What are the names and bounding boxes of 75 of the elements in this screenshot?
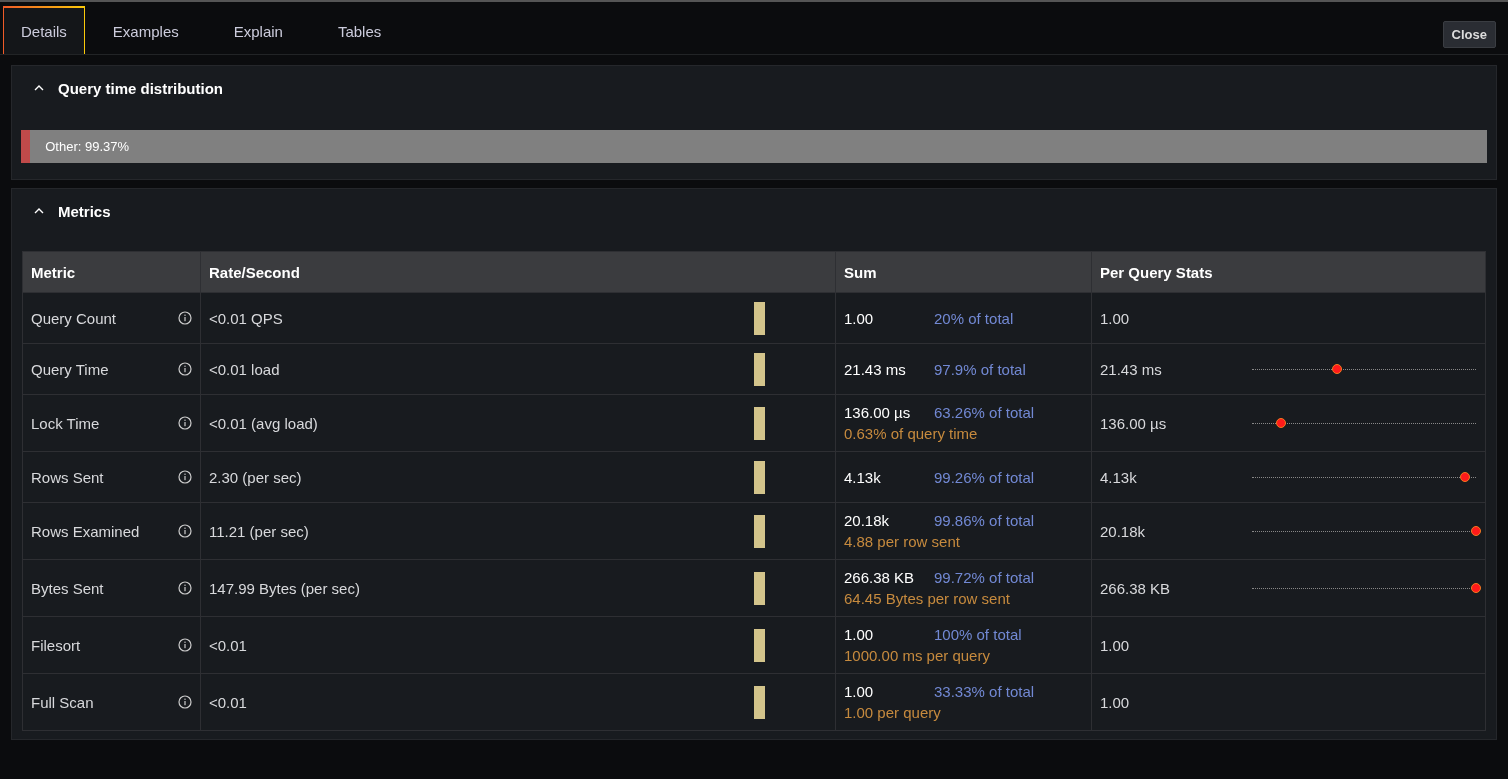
metric-name: Rows Sent: [31, 468, 104, 486]
distribution-segment: Other: 99.37%: [30, 130, 1487, 163]
sum-note: 64.45 Bytes per row sent: [844, 590, 1011, 607]
metric-name: Full Scan: [31, 693, 94, 711]
metric-name: Query Count: [31, 309, 117, 327]
sum-note: 1000.00 ms per query: [844, 647, 991, 664]
rate-bar: [754, 301, 765, 335]
per-query-value: 1.00: [1100, 309, 1130, 327]
sum-note: 1.00 per query: [844, 704, 942, 721]
rate-bar: [754, 460, 765, 494]
column-header: Rate/Second: [200, 251, 836, 293]
section-title: Query time distribution: [58, 79, 223, 97]
rate-value: <0.01 load: [209, 360, 280, 378]
rate-value: <0.01: [209, 693, 247, 711]
share-of-total: 99.26% of total: [934, 468, 1035, 486]
share-of-total: 20% of total: [934, 309, 1014, 327]
sum-note: 0.63% of query time: [844, 425, 979, 442]
rate-value: <0.01 (avg load): [209, 414, 318, 432]
rate-bar: [754, 352, 765, 386]
tab[interactable]: Examples: [85, 6, 206, 54]
metric-name: Filesort: [31, 636, 81, 654]
share-of-total: 100% of total: [934, 626, 1022, 643]
column-header: Metric: [22, 251, 201, 293]
sum-value: 20.18k: [844, 512, 891, 529]
sum-value: 4.13k: [844, 468, 882, 486]
metric-name: Lock Time: [31, 414, 100, 432]
chevron-icon[interactable]: [34, 85, 44, 91]
metric-name: Bytes Sent: [31, 579, 104, 597]
tab[interactable]: Tables: [310, 6, 409, 54]
sum-note: 4.88 per row sent: [844, 533, 961, 550]
metric-name: Rows Examined: [31, 522, 140, 540]
share-of-total: 99.72% of total: [934, 569, 1035, 586]
sum-value: 1.00: [844, 309, 875, 327]
rate-value: <0.01 QPS: [209, 309, 283, 327]
share-of-total: 33.33% of total: [934, 683, 1035, 700]
tab[interactable]: Details: [3, 6, 85, 54]
rate-bar: [754, 685, 765, 719]
sum-value: 21.43 ms: [844, 360, 907, 378]
rate-bar: [754, 628, 765, 662]
rate-value: 147.99 Bytes (per sec): [209, 579, 360, 597]
per-query-value: 1.00: [1100, 636, 1130, 654]
rate-value: 11.21 (per sec): [209, 522, 309, 540]
per-query-value: 1.00: [1100, 693, 1130, 711]
chevron-icon[interactable]: [34, 208, 44, 214]
close-button[interactable]: Close: [1442, 20, 1496, 48]
info-icon[interactable]: [178, 470, 192, 484]
sum-value: 266.38 KB: [844, 569, 916, 586]
rate-value: 2.30 (per sec): [209, 468, 302, 486]
info-icon[interactable]: [178, 311, 192, 325]
info-icon[interactable]: [178, 581, 192, 595]
rate-bar: [754, 571, 765, 605]
metric-name: Query Time: [31, 360, 109, 378]
rate-bar: [754, 514, 765, 548]
section-title: Metrics: [58, 202, 111, 220]
rate-value: <0.01: [209, 636, 247, 654]
share-of-total: 99.86% of total: [934, 512, 1035, 529]
sum-value: 1.00: [844, 626, 875, 643]
per-query-value: 20.18k: [1100, 522, 1146, 540]
per-query-value: 4.13k: [1100, 468, 1137, 486]
sum-value: 1.00: [844, 683, 875, 700]
info-icon[interactable]: [178, 362, 192, 376]
rate-bar: [754, 406, 765, 440]
sum-value: 136.00 µs: [844, 404, 912, 421]
tab[interactable]: Explain: [206, 6, 310, 54]
column-header: Per Query Stats: [1091, 251, 1486, 293]
share-of-total: 97.9% of total: [934, 360, 1026, 378]
info-icon[interactable]: [178, 638, 192, 652]
share-of-total: 63.26% of total: [934, 404, 1035, 421]
per-query-value: 266.38 KB: [1100, 579, 1171, 597]
column-header: Sum: [835, 251, 1092, 293]
per-query-value: 136.00 µs: [1100, 414, 1167, 432]
info-icon[interactable]: [178, 524, 192, 538]
info-icon[interactable]: [178, 695, 192, 709]
per-query-value: 21.43 ms: [1100, 360, 1162, 378]
info-icon[interactable]: [178, 416, 192, 430]
